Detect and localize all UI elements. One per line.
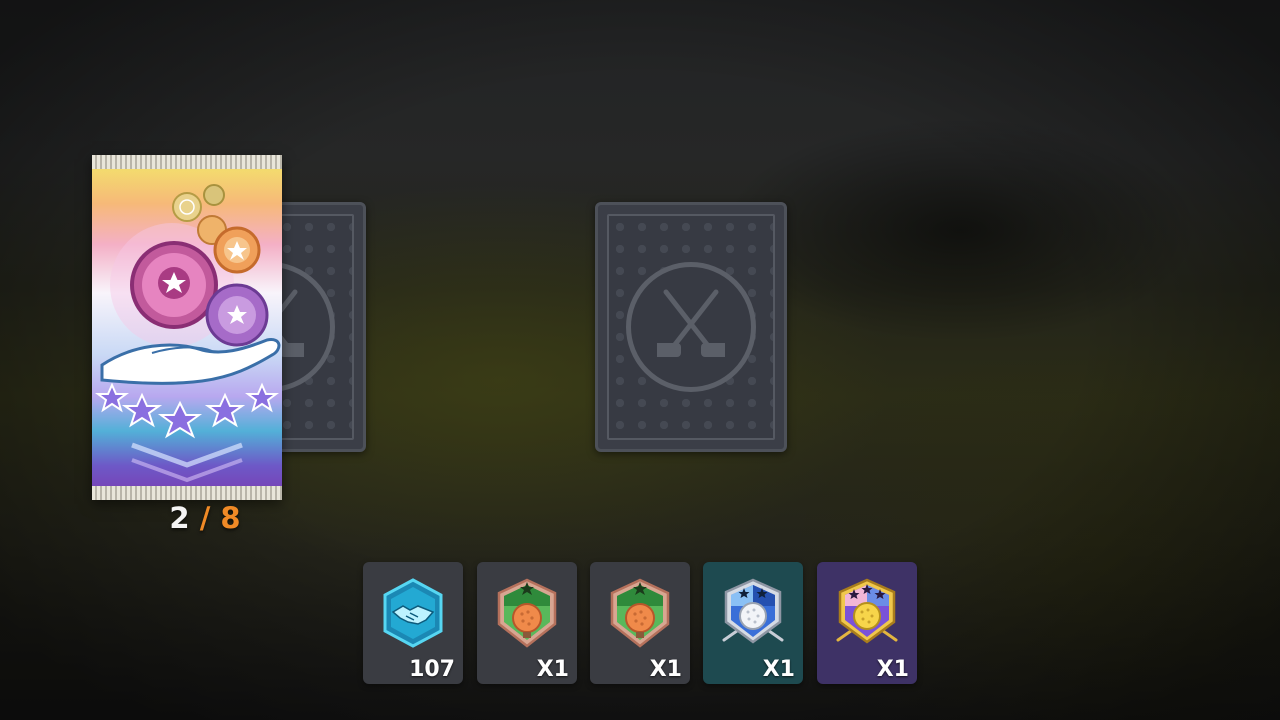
reward-slot[interactable]: X1 bbox=[477, 562, 577, 684]
reward-slot[interactable]: X1 bbox=[590, 562, 690, 684]
reward-quantity: 107 bbox=[409, 657, 455, 682]
reward-slot[interactable]: 107 bbox=[363, 562, 463, 684]
pack-artwork bbox=[95, 184, 281, 483]
reward-quantity: X1 bbox=[762, 657, 795, 682]
card-pack[interactable] bbox=[92, 155, 282, 500]
handshake-badge-icon bbox=[383, 578, 443, 648]
reward-slot[interactable]: X1 bbox=[817, 562, 917, 684]
reward-slot[interactable]: X1 bbox=[703, 562, 803, 684]
packs-opened-count: 2 bbox=[169, 501, 190, 535]
card-back-center[interactable] bbox=[595, 202, 787, 452]
pack-counter: 2 / 8 bbox=[130, 500, 280, 536]
pack-crimp-bottom bbox=[92, 486, 282, 500]
packs-total-count: 8 bbox=[220, 501, 241, 535]
reward-quantity: X1 bbox=[649, 657, 682, 682]
crossed-golf-clubs-icon bbox=[626, 262, 756, 392]
pack-counter-separator: / bbox=[199, 501, 211, 535]
yellow-golf-ball-purple-shield-icon bbox=[836, 578, 898, 644]
reward-quantity: X1 bbox=[876, 657, 909, 682]
white-golf-ball-blue-shield-icon bbox=[722, 578, 784, 644]
reward-quantity: X1 bbox=[536, 657, 569, 682]
orange-golf-ball-green-shield-icon bbox=[497, 578, 557, 648]
orange-golf-ball-green-shield-icon bbox=[610, 578, 670, 648]
